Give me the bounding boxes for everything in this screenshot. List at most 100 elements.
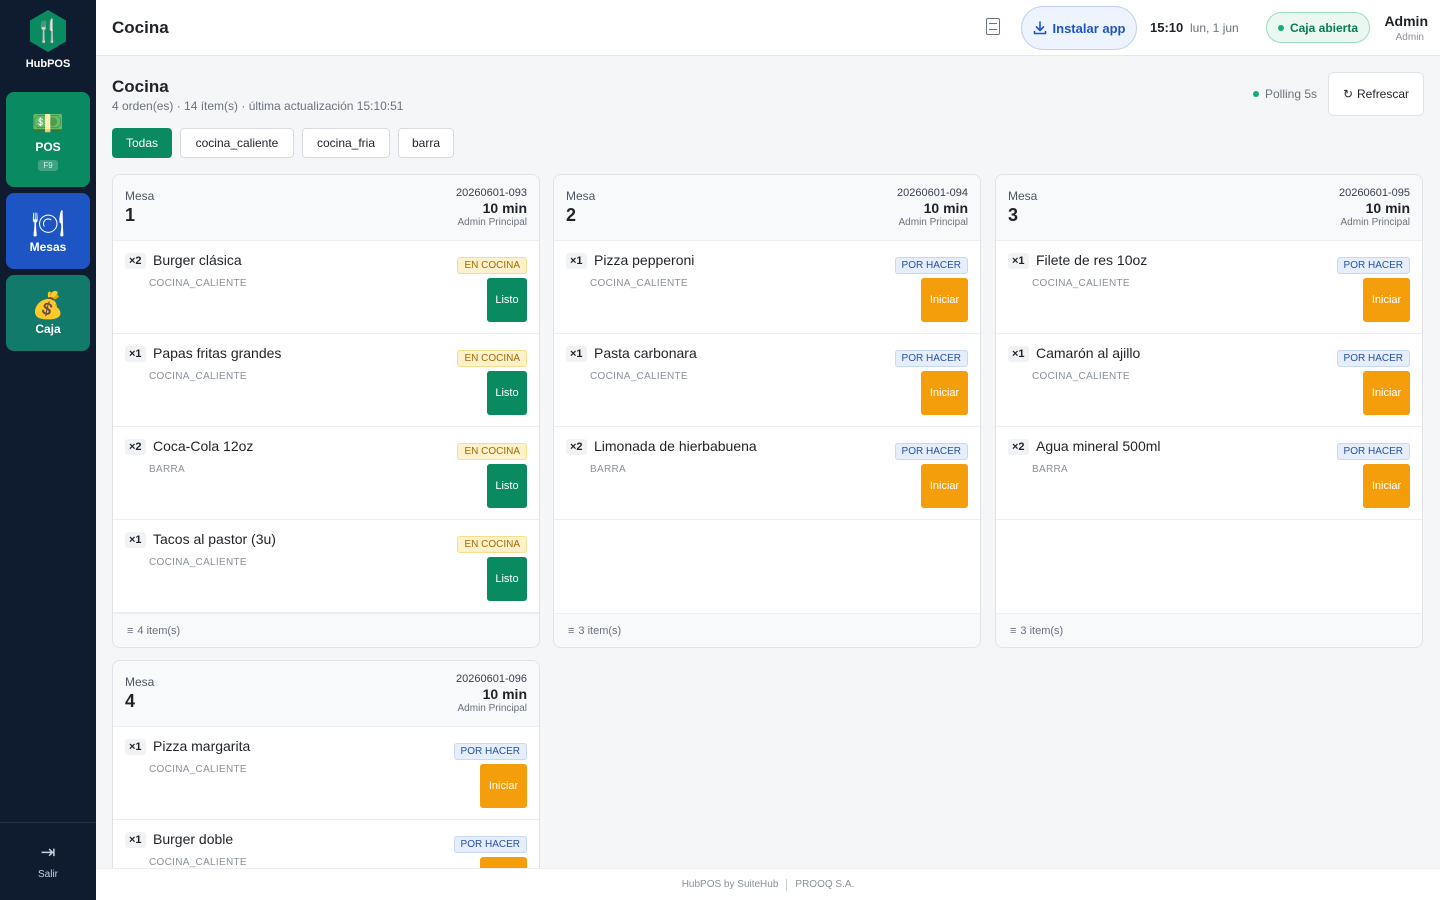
item-count: 4 item(s) bbox=[137, 624, 181, 637]
listo-button[interactable]: Listo bbox=[487, 557, 527, 601]
mesa-number: 3 bbox=[1008, 205, 1019, 225]
mesa-number: 4 bbox=[125, 691, 136, 711]
iniciar-button[interactable]: Iniciar bbox=[921, 278, 968, 322]
item-name: Filete de res 10oz bbox=[1036, 252, 1148, 268]
iniciar-button[interactable]: Iniciar bbox=[1363, 464, 1410, 508]
item-quantity: ×1 bbox=[1008, 253, 1029, 269]
logout-button[interactable]: ⇥ Salir bbox=[0, 842, 96, 880]
order-card-footer: ≡ 4 item(s) bbox=[113, 613, 539, 647]
iniciar-button[interactable]: Iniciar bbox=[480, 764, 527, 808]
order-user: Admin Principal bbox=[457, 703, 527, 714]
user-name[interactable]: Admin bbox=[1384, 13, 1428, 29]
list-icon: ≡ bbox=[568, 624, 575, 637]
sidebar: 🍴 HubPOS 💵 POS F9 🍽 Mesas 💰 Caja ⇥ Salir bbox=[0, 0, 96, 900]
filter-cocina-caliente[interactable]: cocina_caliente bbox=[180, 128, 294, 158]
listo-button[interactable]: Listo bbox=[487, 464, 527, 508]
caja-status-badge[interactable]: Caja abierta bbox=[1266, 12, 1370, 43]
sidebar-item-pos[interactable]: 💵 POS F9 bbox=[6, 92, 90, 187]
order-user: Admin Principal bbox=[1340, 217, 1410, 228]
item-quantity: ×1 bbox=[125, 532, 146, 548]
order-card-footer: ≡ 3 item(s) bbox=[554, 613, 980, 647]
item-name: Tacos al pastor (3u) bbox=[153, 531, 276, 547]
item-station: COCINA_CALIENTE bbox=[149, 371, 247, 382]
receipt-icon[interactable] bbox=[986, 18, 1000, 35]
order-elapsed: 10 min bbox=[482, 200, 527, 216]
user-role: Admin bbox=[1395, 32, 1424, 43]
order-elapsed: 10 min bbox=[1365, 200, 1410, 216]
item-station: COCINA_CALIENTE bbox=[1032, 278, 1130, 289]
order-item-row: ×2 Agua mineral 500ml BARRA POR HACER In… bbox=[996, 427, 1422, 520]
item-station: COCINA_CALIENTE bbox=[149, 557, 247, 568]
item-quantity: ×1 bbox=[566, 253, 587, 269]
iniciar-button[interactable]: Iniciar bbox=[1363, 371, 1410, 415]
item-status-badge: POR HACER bbox=[894, 350, 968, 367]
polling-indicator: Polling 5s bbox=[1253, 87, 1317, 101]
item-quantity: ×2 bbox=[125, 253, 146, 269]
filter-barra[interactable]: barra bbox=[398, 128, 454, 158]
shortcut-badge: F9 bbox=[38, 160, 58, 171]
order-item-row: ×1 Camarón al ajillo COCINA_CALIENTE POR… bbox=[996, 334, 1422, 427]
order-code: 20260601-096 bbox=[456, 673, 527, 685]
filter-todas[interactable]: Todas bbox=[112, 128, 172, 158]
footer-brand: HubPOS by SuiteHub bbox=[681, 879, 779, 890]
item-name: Burger clásica bbox=[153, 252, 242, 268]
item-quantity: ×2 bbox=[125, 439, 146, 455]
clock-date: lun, 1 jun bbox=[1190, 21, 1239, 35]
mesa-label: Mesa bbox=[1008, 189, 1038, 203]
mesa-number: 1 bbox=[125, 205, 136, 225]
order-elapsed: 10 min bbox=[923, 200, 968, 216]
top-bar-title: Cocina bbox=[112, 18, 169, 37]
polling-dot-icon bbox=[1253, 91, 1259, 97]
item-quantity: ×2 bbox=[1008, 439, 1029, 455]
brand-logo[interactable]: 🍴 HubPOS bbox=[0, 10, 96, 70]
iniciar-button[interactable]: Iniciar bbox=[921, 464, 968, 508]
order-item-row: ×1 Papas fritas grandes COCINA_CALIENTE … bbox=[113, 334, 539, 427]
install-app-button[interactable]: Instalar app bbox=[1021, 6, 1137, 50]
order-card: Mesa 2 20260601-094 10 min Admin Princip… bbox=[553, 174, 981, 648]
filter-cocina-fria[interactable]: cocina_fria bbox=[302, 128, 390, 158]
listo-button[interactable]: Listo bbox=[487, 371, 527, 415]
order-item-row: ×1 Pizza pepperoni COCINA_CALIENTE POR H… bbox=[554, 241, 980, 334]
order-code: 20260601-095 bbox=[1339, 187, 1410, 199]
polling-label: Polling 5s bbox=[1265, 87, 1318, 101]
item-quantity: ×1 bbox=[125, 739, 146, 755]
order-card-header: Mesa 2 20260601-094 10 min Admin Princip… bbox=[554, 175, 980, 241]
status-dot-icon bbox=[1277, 24, 1284, 31]
item-name: Coca-Cola 12oz bbox=[153, 438, 254, 454]
order-item-row: ×1 Tacos al pastor (3u) COCINA_CALIENTE … bbox=[113, 520, 539, 613]
order-item-row: ×1 Pasta carbonara COCINA_CALIENTE POR H… bbox=[554, 334, 980, 427]
order-code: 20260601-094 bbox=[897, 187, 968, 199]
item-status-badge: EN COCINA bbox=[457, 350, 527, 367]
listo-button[interactable]: Listo bbox=[487, 278, 527, 322]
iniciar-button[interactable]: Iniciar bbox=[1363, 278, 1410, 322]
mesa-number: 2 bbox=[566, 205, 577, 225]
item-quantity: ×1 bbox=[125, 832, 146, 848]
sidebar-item-mesas[interactable]: 🍽 Mesas bbox=[6, 193, 90, 269]
order-card-header: Mesa 1 20260601-093 10 min Admin Princip… bbox=[113, 175, 539, 241]
money-bag-icon: 💰 bbox=[31, 290, 65, 320]
item-status-badge: EN COCINA bbox=[457, 443, 527, 460]
iniciar-button[interactable]: Iniciar bbox=[921, 371, 968, 415]
page-title: Cocina bbox=[112, 77, 169, 96]
order-user: Admin Principal bbox=[898, 217, 968, 228]
refresh-button[interactable]: ↻ Refrescar bbox=[1328, 72, 1424, 116]
order-card-header: Mesa 3 20260601-095 10 min Admin Princip… bbox=[996, 175, 1422, 241]
item-count: 3 item(s) bbox=[578, 624, 622, 637]
caja-status-label: Caja abierta bbox=[1289, 20, 1359, 35]
item-quantity: ×1 bbox=[1008, 346, 1029, 362]
download-icon bbox=[1033, 21, 1046, 35]
mesa-label: Mesa bbox=[566, 189, 596, 203]
order-item-row: ×2 Coca-Cola 12oz BARRA EN COCINA Listo bbox=[113, 427, 539, 520]
install-app-label: Instalar app bbox=[1052, 20, 1126, 36]
item-name: Limonada de hierbabuena bbox=[594, 438, 757, 454]
fork-knife-icon: 🍴 bbox=[29, 10, 67, 52]
item-status-badge: POR HACER bbox=[894, 443, 968, 460]
order-item-row: ×2 Burger clásica COCINA_CALIENTE EN COC… bbox=[113, 241, 539, 334]
item-status-badge: EN COCINA bbox=[457, 257, 527, 274]
item-station: COCINA_CALIENTE bbox=[1032, 371, 1130, 382]
refresh-label: Refrescar bbox=[1357, 87, 1410, 101]
item-name: Pizza pepperoni bbox=[594, 252, 695, 268]
sidebar-item-caja[interactable]: 💰 Caja bbox=[6, 275, 90, 351]
clock-time: 15:10 bbox=[1150, 20, 1184, 35]
item-status-badge: POR HACER bbox=[1336, 350, 1410, 367]
